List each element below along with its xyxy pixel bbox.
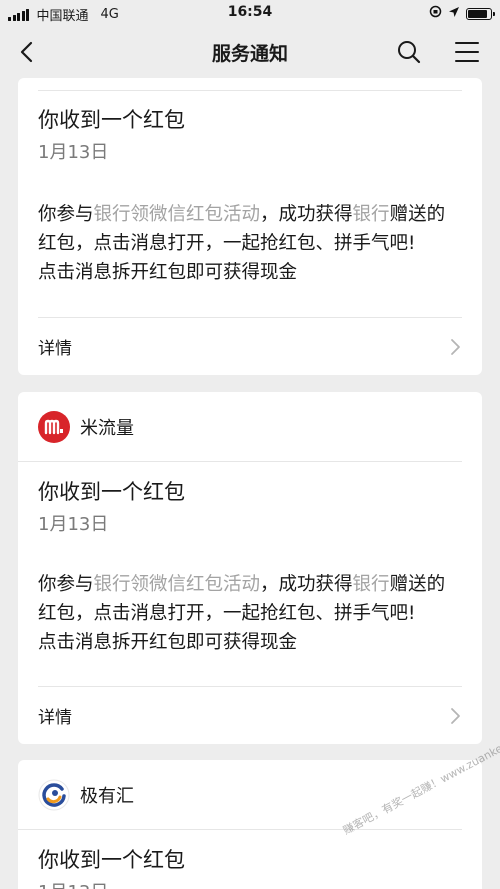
battery-fill [468, 9, 487, 18]
divider [38, 90, 462, 91]
chevron-right-icon [448, 338, 462, 356]
battery-icon [466, 7, 495, 20]
detail-row[interactable]: 详情 [38, 317, 462, 375]
status-bar: 中国联通 4G 16:54 [0, 0, 500, 26]
message-date: 1月13日 [18, 878, 108, 889]
notification-card[interactable]: 极有汇 你收到一个红包 1月13日 [18, 760, 482, 889]
detail-label: 详情 [38, 339, 72, 359]
jiyouhui-logo-icon [38, 779, 70, 811]
message-body: 你参与银行领微信红包活动，成功获得银行赠送的红包，点击消息打开，一起抢红包、拼手… [18, 200, 482, 287]
source-name: 极有汇 [80, 785, 134, 807]
bank-activity-text: 银行领微信红包活动 [93, 204, 261, 225]
body-text: ，成功获得 [260, 574, 353, 595]
location-icon [448, 6, 460, 22]
detail-row[interactable]: 详情 [38, 686, 462, 744]
bank-activity-text: 银行领微信红包活动 [93, 574, 261, 595]
notification-card[interactable]: 米流量 你收到一个红包 1月13日 你参与银行领微信红包活动，成功获得银行赠送的… [18, 392, 482, 744]
message-title: 你收到一个红包 [38, 848, 185, 872]
hamburger-menu-icon[interactable] [452, 37, 482, 67]
source-name: 米流量 [80, 417, 134, 439]
body-line-2: 点击消息拆开红包即可获得现金 [38, 262, 298, 283]
message-body: 你参与银行领微信红包活动，成功获得银行赠送的红包，点击消息打开，一起抢红包、拼手… [18, 570, 482, 657]
message-date: 1月13日 [38, 514, 109, 535]
bank-text: 银行 [352, 204, 390, 225]
body-text: 你参与 [38, 574, 94, 595]
body-text: 你参与 [38, 204, 94, 225]
message-title: 你收到一个红包 [38, 480, 185, 504]
status-right [423, 5, 495, 22]
bank-text: 银行 [352, 574, 390, 595]
message-date: 1月13日 [38, 142, 109, 163]
card-header[interactable]: 米流量 [18, 392, 462, 462]
notification-card[interactable]: 你收到一个红包 1月13日 你参与银行领微信红包活动，成功获得银行赠送的红包，点… [18, 78, 482, 375]
mi-liuliang-logo-icon [38, 410, 70, 443]
body-text: ，成功获得 [260, 204, 353, 225]
detail-label: 详情 [38, 708, 72, 728]
orientation-lock-icon [429, 5, 442, 22]
body-line-2: 点击消息拆开红包即可获得现金 [38, 632, 298, 653]
search-icon[interactable] [394, 37, 424, 67]
nav-bar: 服务通知 [0, 26, 500, 78]
page-title: 服务通知 [211, 43, 288, 65]
chevron-right-icon [448, 707, 462, 725]
message-title: 你收到一个红包 [38, 108, 185, 132]
